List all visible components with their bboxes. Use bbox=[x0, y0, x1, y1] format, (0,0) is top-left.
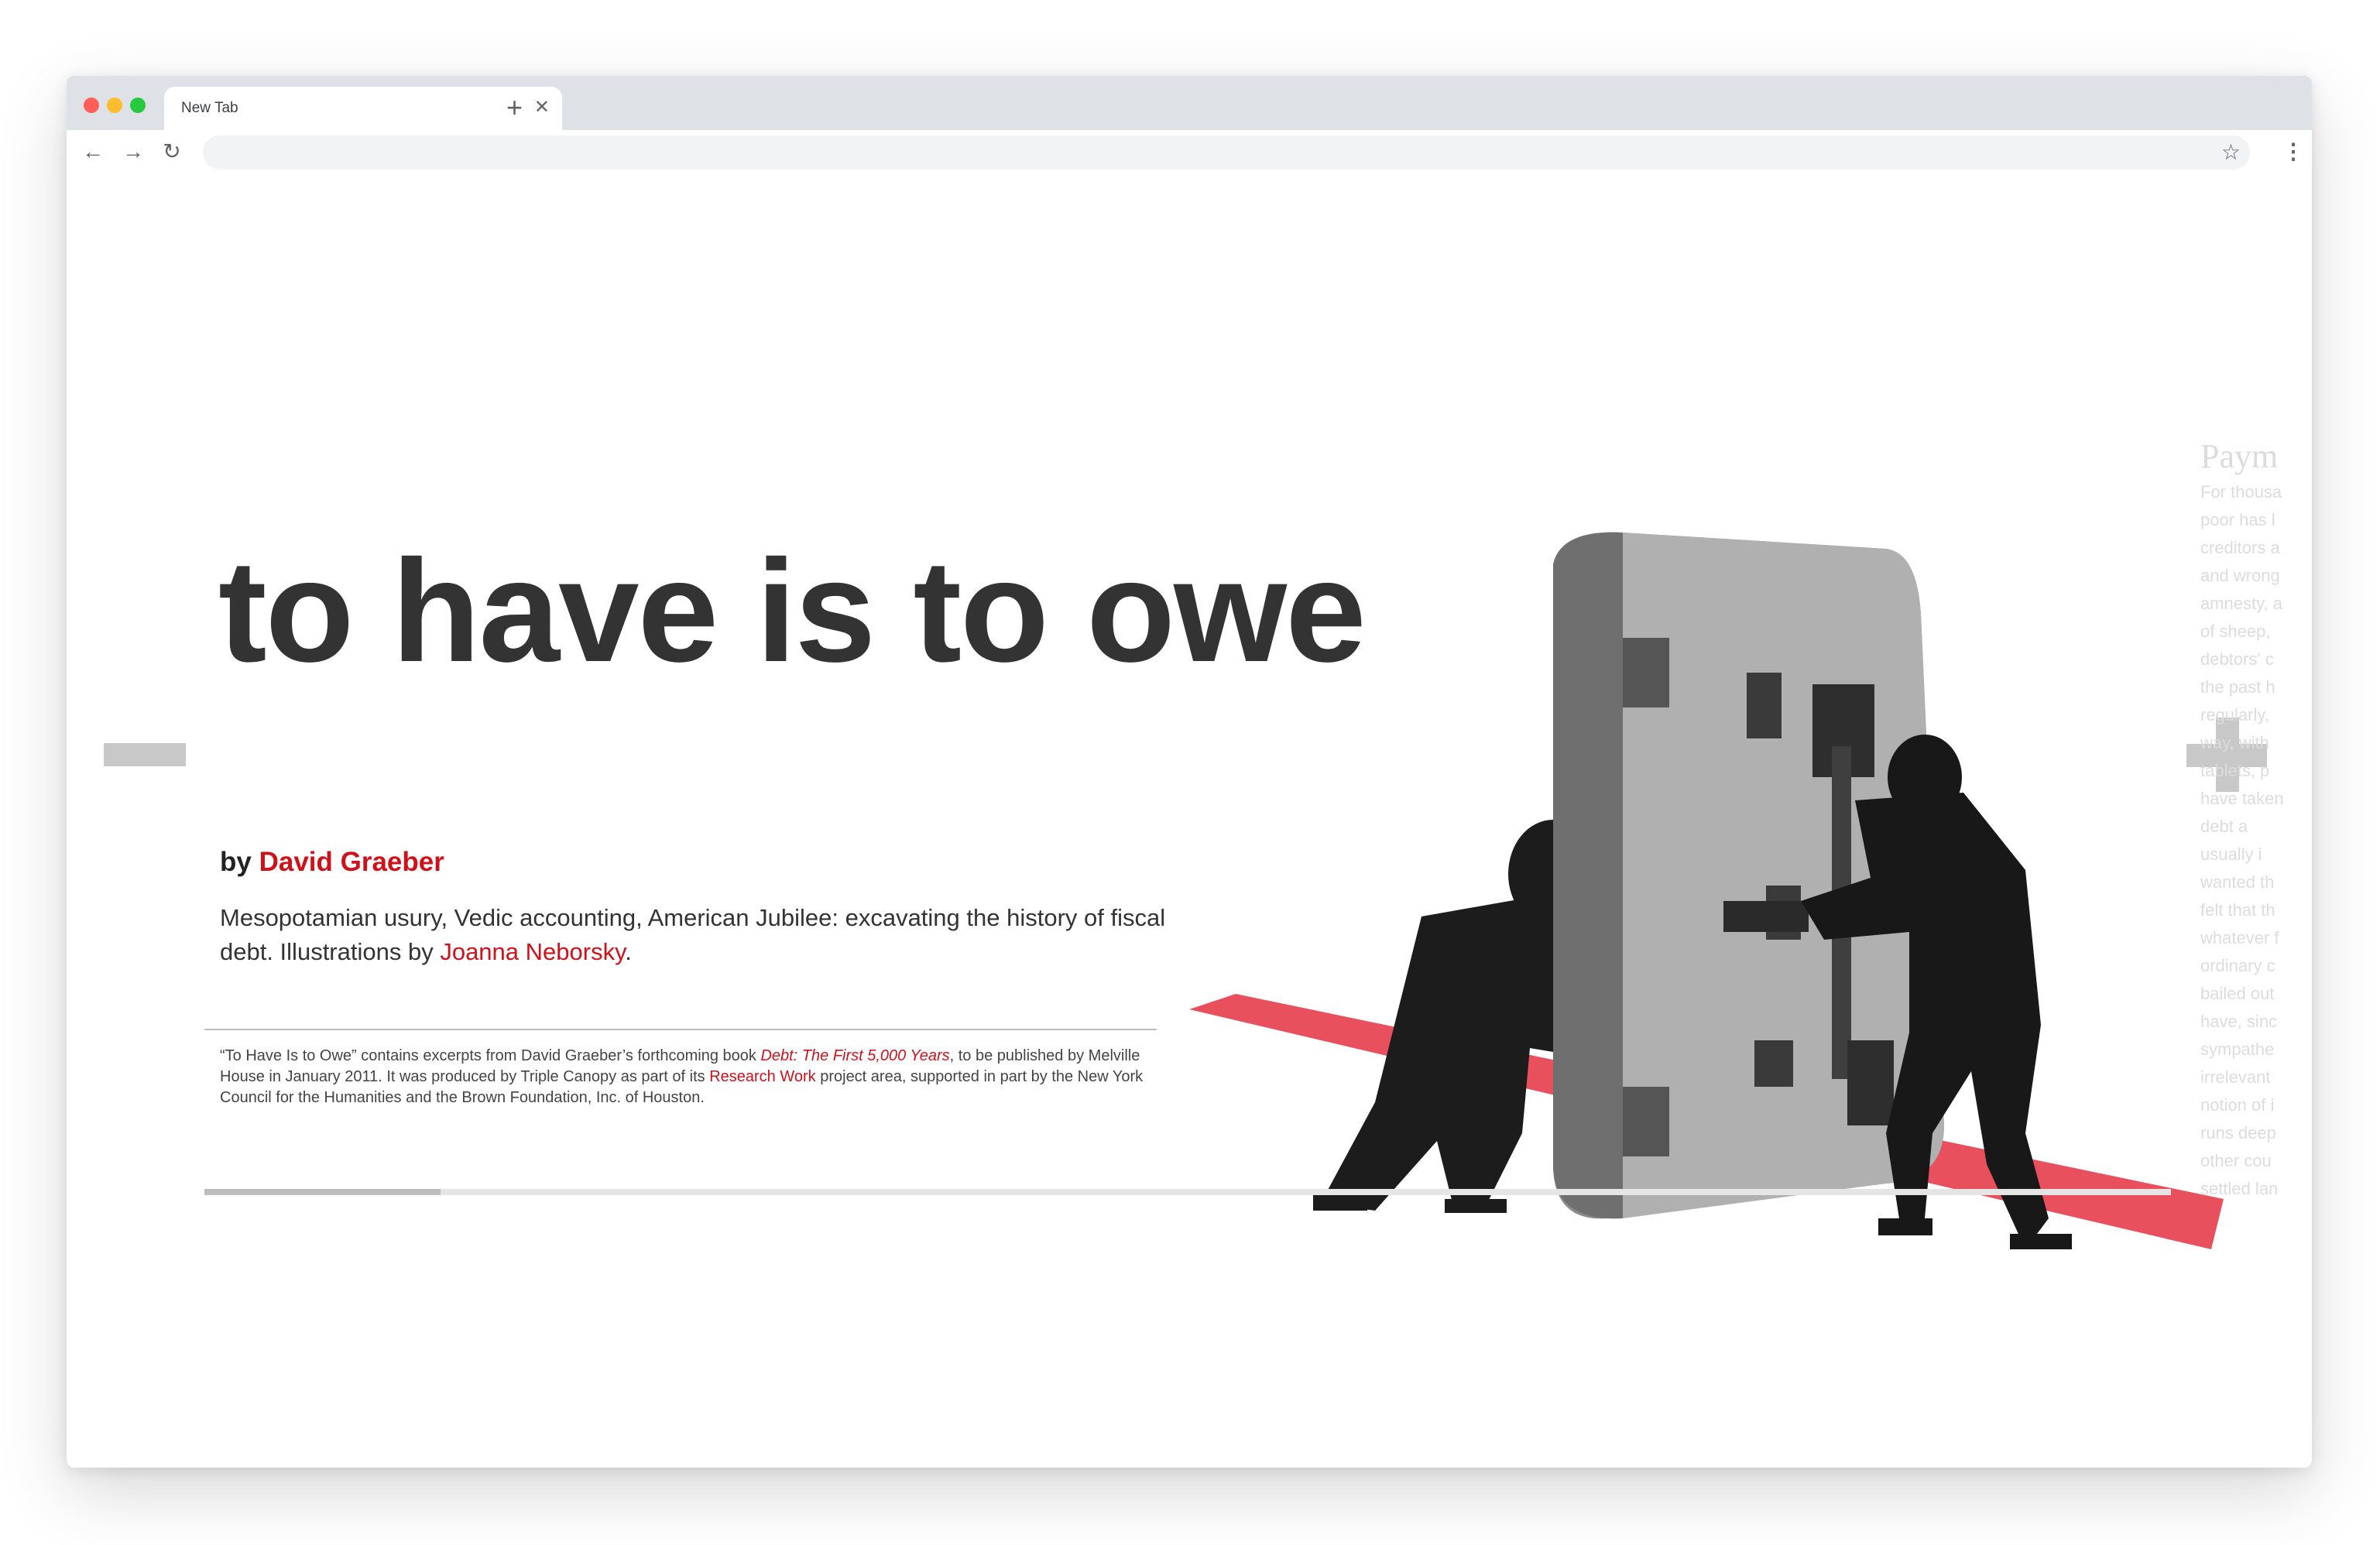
next-article-line: felt that th bbox=[2200, 900, 2275, 920]
next-article-line: irrelevant bbox=[2200, 1067, 2271, 1087]
next-article-line: creditors a bbox=[2200, 538, 2280, 557]
article-footnote: “To Have Is to Owe” contains excerpts fr… bbox=[220, 1046, 1161, 1108]
close-icon[interactable]: ✕ bbox=[534, 96, 550, 119]
next-article-line: notion of i bbox=[2200, 1095, 2275, 1115]
next-article-line: way, with bbox=[2200, 733, 2269, 752]
dek-text: Mesopotamian usury, Vedic accounting, Am… bbox=[220, 904, 1166, 965]
tab-title: New Tab bbox=[181, 100, 238, 116]
new-tab-button[interactable]: + bbox=[506, 87, 523, 128]
illustrator-link[interactable]: Joanna Neborsky bbox=[440, 938, 625, 965]
minimize-window-button[interactable] bbox=[107, 98, 122, 113]
author-link[interactable]: David Graeber bbox=[259, 847, 444, 877]
next-article-line: have taken bbox=[2200, 789, 2284, 808]
dek-end: . bbox=[625, 938, 632, 965]
maximize-window-button[interactable] bbox=[130, 98, 146, 113]
byline-prefix: by bbox=[220, 847, 259, 877]
article-dek: Mesopotamian usury, Vedic accounting, Am… bbox=[220, 901, 1180, 969]
close-window-button[interactable] bbox=[84, 98, 99, 113]
divider bbox=[204, 1029, 1157, 1030]
next-article-line: poor has l bbox=[2200, 510, 2275, 529]
reload-icon[interactable]: ↻ bbox=[156, 130, 187, 173]
book-title-link[interactable]: Debt: The First 5,000 Years bbox=[760, 1047, 949, 1064]
minus-icon[interactable] bbox=[104, 743, 186, 766]
next-article-line: and wrong bbox=[2200, 566, 2280, 585]
next-article-line: debt a bbox=[2200, 817, 2248, 836]
next-article-line: whatever f bbox=[2200, 928, 2279, 947]
byline: by David Graeber bbox=[220, 847, 444, 878]
next-article-line: have, sinc bbox=[2200, 1012, 2278, 1031]
next-article-line: bailed out bbox=[2200, 984, 2275, 1003]
next-article-line: regularly, bbox=[2200, 705, 2269, 725]
next-article-line: other cou bbox=[2200, 1151, 2272, 1170]
next-article-preview: Paym For thousa poor has l creditors a a… bbox=[2200, 435, 2287, 1317]
vault-door-collage-illustration bbox=[1189, 532, 2224, 1249]
toolbar: ← → ↻ ☆ ⋮ bbox=[67, 130, 2312, 173]
back-arrow-icon[interactable]: ← bbox=[77, 130, 108, 173]
next-article-line: ordinary c bbox=[2200, 956, 2275, 975]
next-article-line: sympathe bbox=[2200, 1040, 2275, 1059]
address-bar[interactable]: ☆ bbox=[203, 135, 2250, 170]
kebab-menu-icon[interactable]: ⋮ bbox=[2282, 130, 2304, 173]
page-viewport: to have is to owe by David Graeber Mesop… bbox=[67, 173, 2312, 1468]
browser-tab[interactable]: New Tab ✕ bbox=[164, 87, 562, 130]
next-article-line: the past h bbox=[2200, 677, 2275, 697]
footnote-part1: “To Have Is to Owe” contains excerpts fr… bbox=[220, 1047, 761, 1064]
next-article-line: wanted th bbox=[2200, 872, 2275, 892]
forward-arrow-icon[interactable]: → bbox=[118, 130, 149, 173]
next-article-line: of sheep, bbox=[2200, 622, 2271, 641]
research-work-link[interactable]: Research Work bbox=[709, 1068, 815, 1085]
browser-window: New Tab ✕ + ← → ↻ ☆ ⋮ to have is to owe … bbox=[67, 76, 2312, 1468]
star-icon[interactable]: ☆ bbox=[2221, 135, 2241, 170]
horizontal-scrollbar[interactable] bbox=[204, 1189, 2171, 1195]
next-article-line: amnesty, a bbox=[2200, 594, 2282, 613]
next-article-line: debtors' c bbox=[2200, 649, 2274, 669]
next-article-line: usually i bbox=[2200, 844, 2262, 864]
next-article-line: runs deep bbox=[2200, 1123, 2276, 1142]
scrollbar-thumb[interactable] bbox=[204, 1189, 441, 1195]
next-article-line: For thousa bbox=[2200, 482, 2282, 502]
next-article-line: settled lan bbox=[2200, 1179, 2279, 1198]
next-article-line: tablets, p bbox=[2200, 761, 2270, 780]
next-article-title: Paym bbox=[2200, 437, 2279, 475]
title-bar: New Tab ✕ + bbox=[67, 76, 2312, 130]
